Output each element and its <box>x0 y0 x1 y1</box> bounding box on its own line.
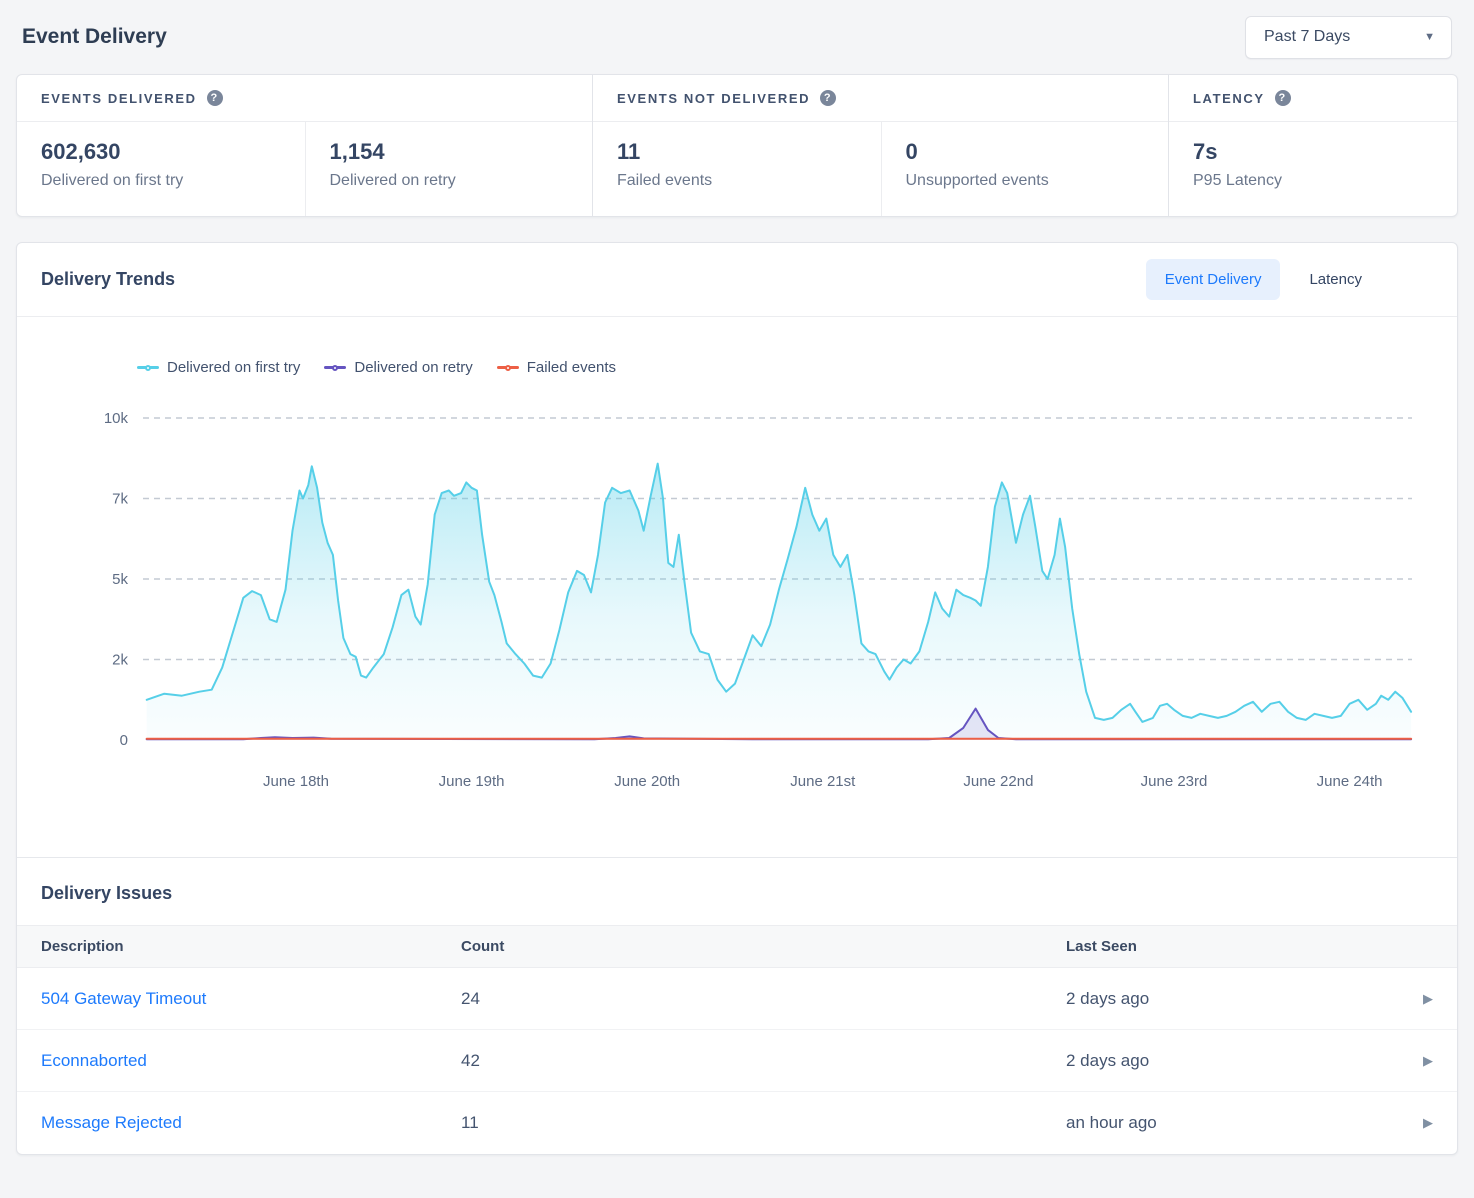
metric-value: 0 <box>906 139 1145 165</box>
chevron-right-icon[interactable]: ▶ <box>1377 1053 1433 1069</box>
stats-summary-card: EVENTS DELIVERED ? 602,630 Delivered on … <box>16 74 1458 217</box>
column-header-count: Count <box>461 938 1066 955</box>
help-icon[interactable]: ? <box>207 90 223 106</box>
metric-delivered-retry: 1,154 Delivered on retry <box>305 122 593 216</box>
legend-marker-icon <box>324 361 346 374</box>
stat-group-header: EVENTS NOT DELIVERED ? <box>593 75 1168 122</box>
issue-count: 11 <box>461 1113 1066 1133</box>
issues-table-header: Description Count Last Seen <box>17 925 1457 968</box>
y-axis-tick: 5k <box>112 571 128 588</box>
delivery-trends-title: Delivery Trends <box>41 269 175 290</box>
delivery-issues-title: Delivery Issues <box>17 858 1457 925</box>
date-range-value: Past 7 Days <box>1264 28 1350 46</box>
metric-unsupported-events: 0 Unsupported events <box>881 122 1169 216</box>
x-axis-tick: June 23rd <box>1141 773 1208 790</box>
metric-label: Delivered on first try <box>41 172 281 190</box>
legend-marker-icon <box>497 361 519 374</box>
legend-label: Delivered on first try <box>167 359 300 376</box>
issue-count: 42 <box>461 1051 1066 1071</box>
x-axis-tick: June 18th <box>263 773 329 790</box>
x-axis-tick: June 19th <box>439 773 505 790</box>
y-axis-tick: 2k <box>112 652 128 669</box>
page-title: Event Delivery <box>22 25 167 49</box>
trends-tabs: Event Delivery Latency <box>1146 259 1381 300</box>
delivery-trends-card: Delivery Trends Event Delivery Latency D… <box>16 242 1458 1155</box>
table-row[interactable]: 504 Gateway Timeout 24 2 days ago ▶ <box>17 968 1457 1030</box>
y-axis-tick: 7k <box>112 491 128 508</box>
chevron-right-icon[interactable]: ▶ <box>1377 991 1433 1007</box>
x-axis-tick: June 20th <box>614 773 680 790</box>
metric-label: Failed events <box>617 172 857 190</box>
x-axis-tick: June 21st <box>790 773 856 790</box>
issue-last-seen: an hour ago <box>1066 1113 1377 1133</box>
issue-link[interactable]: Econnaborted <box>41 1051 147 1070</box>
chart-area: 0 2k 5k 7k 10k June 18th June 19th June 20th Jun… <box>17 382 1457 857</box>
column-header-last-seen: Last Seen <box>1066 938 1377 955</box>
chart-legend: Delivered on first try Delivered on retr… <box>137 359 1457 376</box>
metric-label: P95 Latency <box>1193 172 1433 190</box>
stat-group-latency: LATENCY ? 7s P95 Latency <box>1169 75 1457 216</box>
help-icon[interactable]: ? <box>1275 90 1291 106</box>
delivery-issues-section: Delivery Issues Description Count Last S… <box>17 857 1457 1154</box>
chevron-right-icon[interactable]: ▶ <box>1377 1115 1433 1131</box>
stat-group-events-delivered: EVENTS DELIVERED ? 602,630 Delivered on … <box>17 75 593 216</box>
metric-value: 11 <box>617 139 857 165</box>
trends-chart[interactable]: 0 2k 5k 7k 10k June 18th June 19th June 20th Jun… <box>17 382 1457 822</box>
delivery-trends-header: Delivery Trends Event Delivery Latency <box>17 243 1457 317</box>
metric-value: 602,630 <box>41 139 281 165</box>
stat-metrics: 602,630 Delivered on first try 1,154 Del… <box>17 122 592 216</box>
metric-failed-events: 11 Failed events <box>593 122 881 216</box>
metric-label: Delivered on retry <box>330 172 569 190</box>
table-row[interactable]: Message Rejected 11 an hour ago ▶ <box>17 1092 1457 1154</box>
legend-item-delivered-retry[interactable]: Delivered on retry <box>324 359 472 376</box>
date-range-dropdown[interactable]: Past 7 Days ▼ <box>1245 16 1452 59</box>
series-area-0 <box>147 464 1411 740</box>
stat-group-label: EVENTS DELIVERED <box>41 91 197 106</box>
legend-item-failed-events[interactable]: Failed events <box>497 359 616 376</box>
stat-group-header: LATENCY ? <box>1169 75 1457 122</box>
x-axis-tick: June 24th <box>1317 773 1383 790</box>
y-axis-tick: 10k <box>104 410 129 427</box>
metric-value: 7s <box>1193 139 1433 165</box>
issue-last-seen: 2 days ago <box>1066 989 1377 1009</box>
legend-item-delivered-first-try[interactable]: Delivered on first try <box>137 359 300 376</box>
tab-event-delivery[interactable]: Event Delivery <box>1146 259 1281 300</box>
legend-label: Failed events <box>527 359 616 376</box>
stat-group-label: EVENTS NOT DELIVERED <box>617 91 810 106</box>
metric-delivered-first-try: 602,630 Delivered on first try <box>17 122 305 216</box>
stat-group-label: LATENCY <box>1193 91 1265 106</box>
issue-last-seen: 2 days ago <box>1066 1051 1377 1071</box>
chevron-down-icon: ▼ <box>1424 31 1435 43</box>
tab-latency[interactable]: Latency <box>1290 259 1381 300</box>
page-header: Event Delivery Past 7 Days ▼ <box>16 0 1458 62</box>
legend-label: Delivered on retry <box>354 359 472 376</box>
issue-link[interactable]: Message Rejected <box>41 1113 182 1132</box>
legend-marker-icon <box>137 361 159 374</box>
table-row[interactable]: Econnaborted 42 2 days ago ▶ <box>17 1030 1457 1092</box>
metric-value: 1,154 <box>330 139 569 165</box>
stat-group-events-not-delivered: EVENTS NOT DELIVERED ? 11 Failed events … <box>593 75 1169 216</box>
metric-label: Unsupported events <box>906 172 1145 190</box>
stat-group-header: EVENTS DELIVERED ? <box>17 75 592 122</box>
stat-metrics: 11 Failed events 0 Unsupported events <box>593 122 1168 216</box>
issue-count: 24 <box>461 989 1066 1009</box>
help-icon[interactable]: ? <box>820 90 836 106</box>
stat-metrics: 7s P95 Latency <box>1169 122 1457 216</box>
metric-p95-latency: 7s P95 Latency <box>1169 122 1457 216</box>
y-axis-tick: 0 <box>120 732 128 749</box>
column-header-description: Description <box>41 938 461 955</box>
x-axis-tick: June 22nd <box>963 773 1033 790</box>
issue-link[interactable]: 504 Gateway Timeout <box>41 989 206 1008</box>
